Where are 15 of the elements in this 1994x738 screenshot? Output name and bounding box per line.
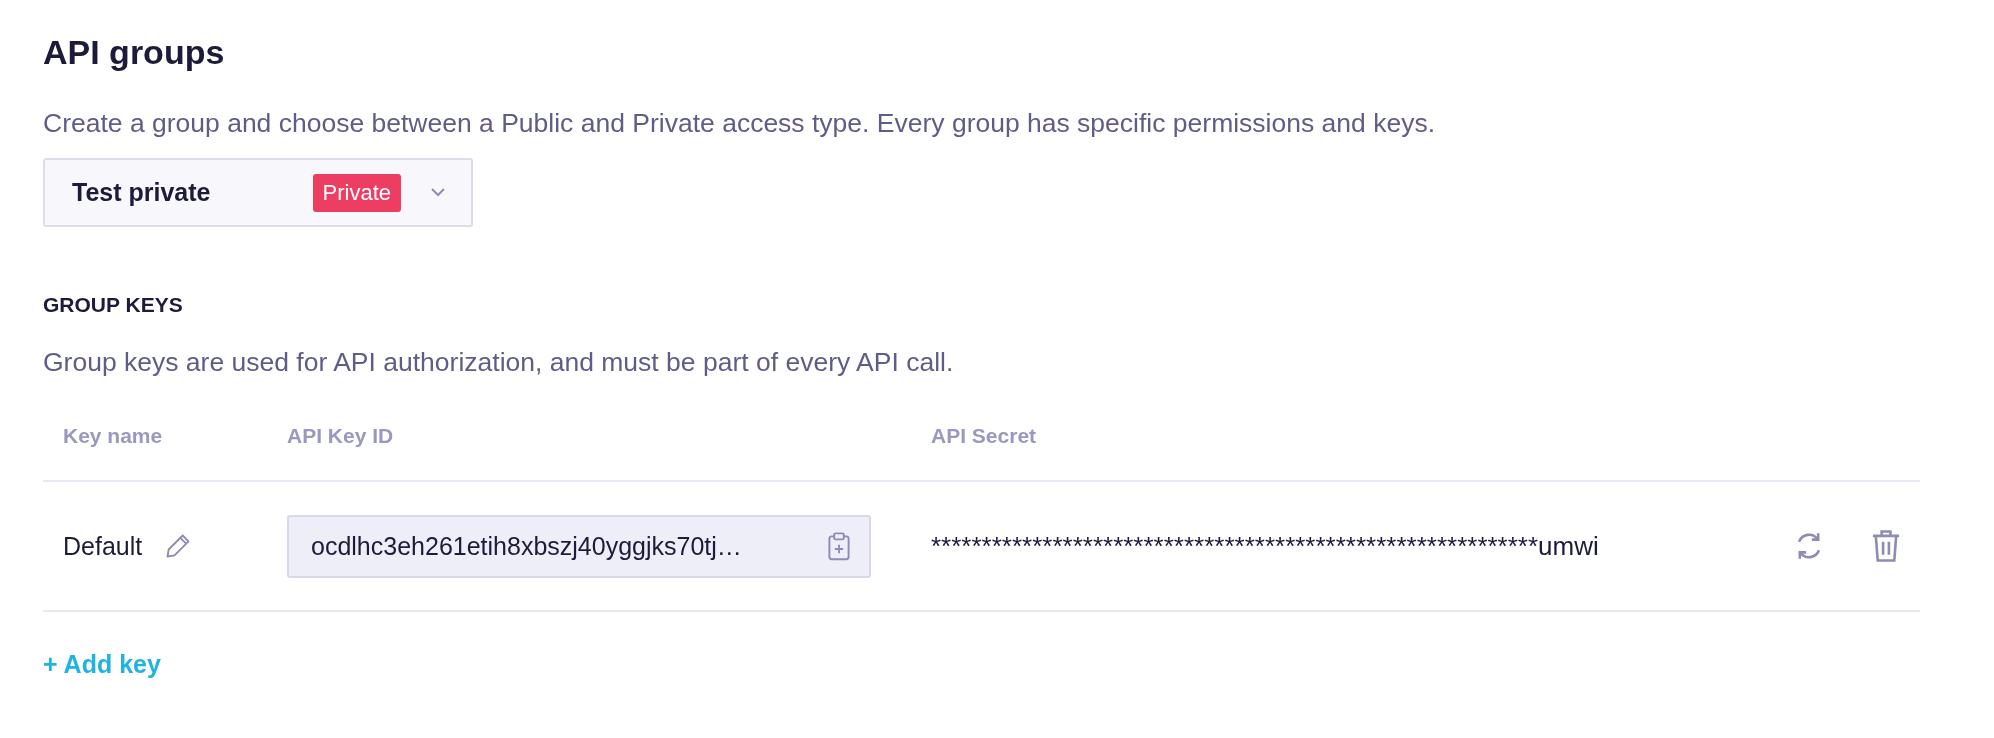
group-dropdown[interactable]: Test private Private xyxy=(43,158,473,227)
access-badge: Private xyxy=(312,173,401,212)
api-secret: ************************************************************umwi xyxy=(931,530,1600,562)
key-id-field[interactable]: ocdlhc3eh261etih8xbszj40yggjks70tj… xyxy=(287,514,871,578)
copy-icon[interactable] xyxy=(827,531,851,561)
column-header: API Key ID xyxy=(287,424,395,448)
key-name: Default xyxy=(63,531,143,561)
column-header: API Secret xyxy=(931,424,1037,448)
trash-icon[interactable] xyxy=(1870,528,1902,564)
page-description: Create a group and choose between a Public and Private access type. Every group has specific permissions and keys. xyxy=(43,108,1436,138)
chevron-down-icon xyxy=(431,188,445,197)
section-description: Group keys are used for API authorization, and must be part of every API call. xyxy=(43,347,955,378)
section-heading: GROUP KEYS xyxy=(43,293,184,317)
column-header: Key name xyxy=(62,424,164,448)
page-title: API groups xyxy=(43,32,226,73)
